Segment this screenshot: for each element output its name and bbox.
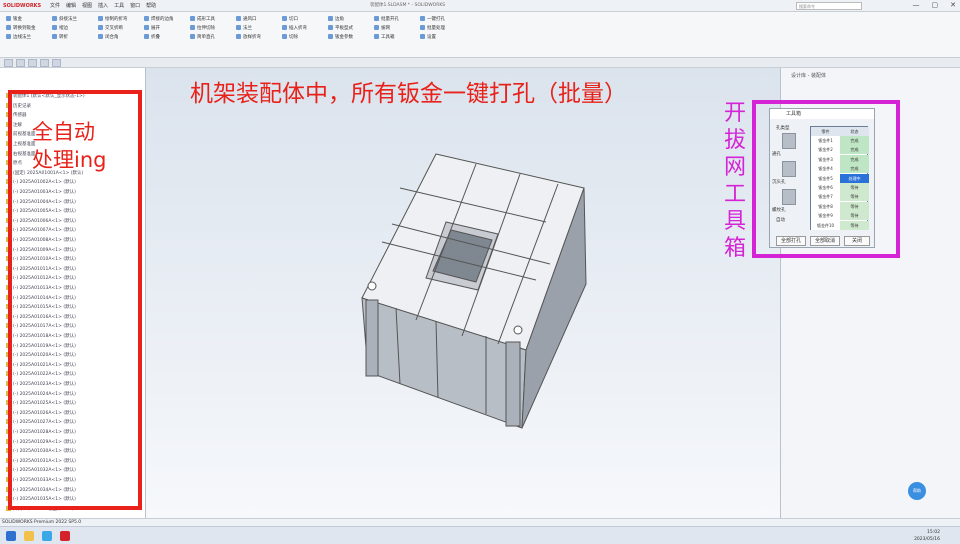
- tab-display[interactable]: [52, 59, 61, 67]
- ribbon-group: 斜接法兰 褶边 转折: [52, 15, 77, 42]
- ribbon-command[interactable]: 褶边: [52, 24, 77, 33]
- ribbon-command[interactable]: 插入折弯: [282, 24, 307, 33]
- browser-icon[interactable]: [42, 531, 52, 541]
- ribbon-command[interactable]: 闭合角: [98, 33, 128, 42]
- menu-edit[interactable]: 编辑: [66, 2, 76, 9]
- ribbon-command[interactable]: 批量开孔: [374, 15, 399, 24]
- close-button[interactable]: ✕: [950, 1, 956, 9]
- ribbon-command[interactable]: 平板型式: [328, 24, 353, 33]
- system-clock: 15:02 2023/05/16: [914, 529, 940, 543]
- auto-line2: 处理ing: [32, 148, 107, 172]
- ribbon-command[interactable]: 设置: [420, 33, 445, 42]
- title-bar: SOLIDWORKS 文件 编辑 视图 插入 工具 窗口 帮助 装配体1.SLD…: [0, 0, 960, 12]
- ribbon-command[interactable]: 折叠: [144, 33, 174, 42]
- ribbon-group: 钣金 转换到钣金 边线法兰: [6, 15, 36, 42]
- ribbon-command[interactable]: 边角: [328, 15, 353, 24]
- auto-processing-caption: 全自动 处理ing: [32, 118, 106, 174]
- feature-tabs: [0, 58, 960, 68]
- ribbon-group: 边角 平板型式 钣金参数: [328, 15, 353, 42]
- ribbon-command[interactable]: 交叉折断: [98, 24, 128, 33]
- toolbox-caption-char: 箱: [723, 236, 746, 261]
- ribbon-command[interactable]: 转换到钣金: [6, 24, 36, 33]
- folder-icon[interactable]: [24, 531, 34, 541]
- window-controls: — ▢ ✕: [913, 1, 957, 9]
- ribbon-group: 批量开孔 拔网 工具箱: [374, 15, 399, 42]
- help-bubble[interactable]: 帮助: [908, 482, 926, 500]
- ribbon-group: 绘制的折弯 交叉折断 闭合角: [98, 15, 128, 42]
- ribbon-command[interactable]: 成形工具: [190, 15, 215, 24]
- taskbar: 15:02 2023/05/16: [0, 526, 960, 544]
- start-icon[interactable]: [6, 531, 16, 541]
- toolbox-caption-char: 具: [723, 209, 746, 234]
- ribbon-command[interactable]: 展开: [144, 24, 174, 33]
- menu-insert[interactable]: 插入: [98, 2, 108, 9]
- menu-bar: 文件 编辑 视图 插入 工具 窗口 帮助: [46, 2, 156, 9]
- menu-help[interactable]: 帮助: [146, 2, 156, 9]
- assembly-model: [361, 153, 587, 429]
- ribbon-command[interactable]: 放样折弯: [236, 33, 261, 42]
- tab-feature-tree[interactable]: [4, 59, 13, 67]
- toolbox-caption-char: 开: [723, 101, 746, 126]
- ribbon-command[interactable]: 转折: [52, 33, 77, 42]
- toolbox-caption-char: 网: [723, 155, 746, 180]
- status-bar: SOLIDWORKS Premium 2022 SP5.0: [0, 518, 960, 526]
- ribbon-command[interactable]: 钣金: [6, 15, 36, 24]
- toolbox-caption: 开拔网工具箱: [720, 100, 750, 262]
- ribbon-group: 焊接的边角 展开 折叠: [144, 15, 174, 42]
- minimize-button[interactable]: —: [913, 1, 920, 9]
- ribbon-group: 通风口 法兰 放样折弯: [236, 15, 261, 42]
- menu-tools[interactable]: 工具: [114, 2, 124, 9]
- clock-date: 2023/05/16: [914, 537, 940, 542]
- menu-window[interactable]: 窗口: [130, 2, 140, 9]
- ribbon-command[interactable]: 简单直孔: [190, 33, 215, 42]
- task-pane-header: 设计库 - 装配体: [791, 73, 826, 79]
- graphics-viewport[interactable]: [146, 68, 780, 518]
- tab-property[interactable]: [16, 59, 25, 67]
- ribbon-command[interactable]: 法兰: [236, 24, 261, 33]
- tab-dim[interactable]: [40, 59, 49, 67]
- auto-line1: 全自动: [32, 120, 95, 144]
- ribbon-command[interactable]: 切口: [282, 15, 307, 24]
- command-ribbon: 钣金 转换到钣金 边线法兰 斜接法兰 褶边 转折 绘制的折弯 交叉折断 闭合角 焊接的边角 展开 折叠…: [0, 12, 960, 58]
- menu-file[interactable]: 文件: [50, 2, 60, 9]
- ribbon-command[interactable]: 斜接法兰: [52, 15, 77, 24]
- clock-time: 15:02: [927, 530, 940, 535]
- ribbon-command[interactable]: 钣金参数: [328, 33, 353, 42]
- menu-view[interactable]: 视图: [82, 2, 92, 9]
- ribbon-command[interactable]: 通风口: [236, 15, 261, 24]
- ribbon-command[interactable]: 工具箱: [374, 33, 399, 42]
- ribbon-group: 成形工具 拉伸切除 简单直孔: [190, 15, 215, 42]
- ribbon-command[interactable]: 一键打孔: [420, 15, 445, 24]
- solidworks-icon[interactable]: [60, 531, 70, 541]
- toolbox-caption-char: 拔: [723, 128, 746, 153]
- toolbox-highlight-frame: [752, 100, 900, 258]
- tab-config[interactable]: [28, 59, 37, 67]
- ribbon-command[interactable]: 切除: [282, 33, 307, 42]
- toolbox-caption-char: 工: [723, 182, 746, 207]
- app-logo: SOLIDWORKS: [3, 2, 42, 9]
- ribbon-command[interactable]: 边线法兰: [6, 33, 36, 42]
- headline-caption: 机架装配体中，所有钣金一键打孔（批量）: [190, 81, 627, 107]
- ribbon-group: 切口 插入折弯 切除: [282, 15, 307, 42]
- ribbon-group: 一键打孔 批量处理 设置: [420, 15, 445, 42]
- ribbon-command[interactable]: 焊接的边角: [144, 15, 174, 24]
- status-text: SOLIDWORKS Premium 2022 SP5.0: [2, 520, 82, 525]
- ribbon-command[interactable]: 批量处理: [420, 24, 445, 33]
- maximize-button[interactable]: ▢: [932, 1, 939, 9]
- window-title: 装配体1.SLDASM * - SOLIDWORKS: [370, 3, 446, 8]
- search-input[interactable]: 搜索命令: [796, 2, 862, 10]
- ribbon-command[interactable]: 拉伸切除: [190, 24, 215, 33]
- ribbon-command[interactable]: 绘制的折弯: [98, 15, 128, 24]
- ribbon-command[interactable]: 拔网: [374, 24, 399, 33]
